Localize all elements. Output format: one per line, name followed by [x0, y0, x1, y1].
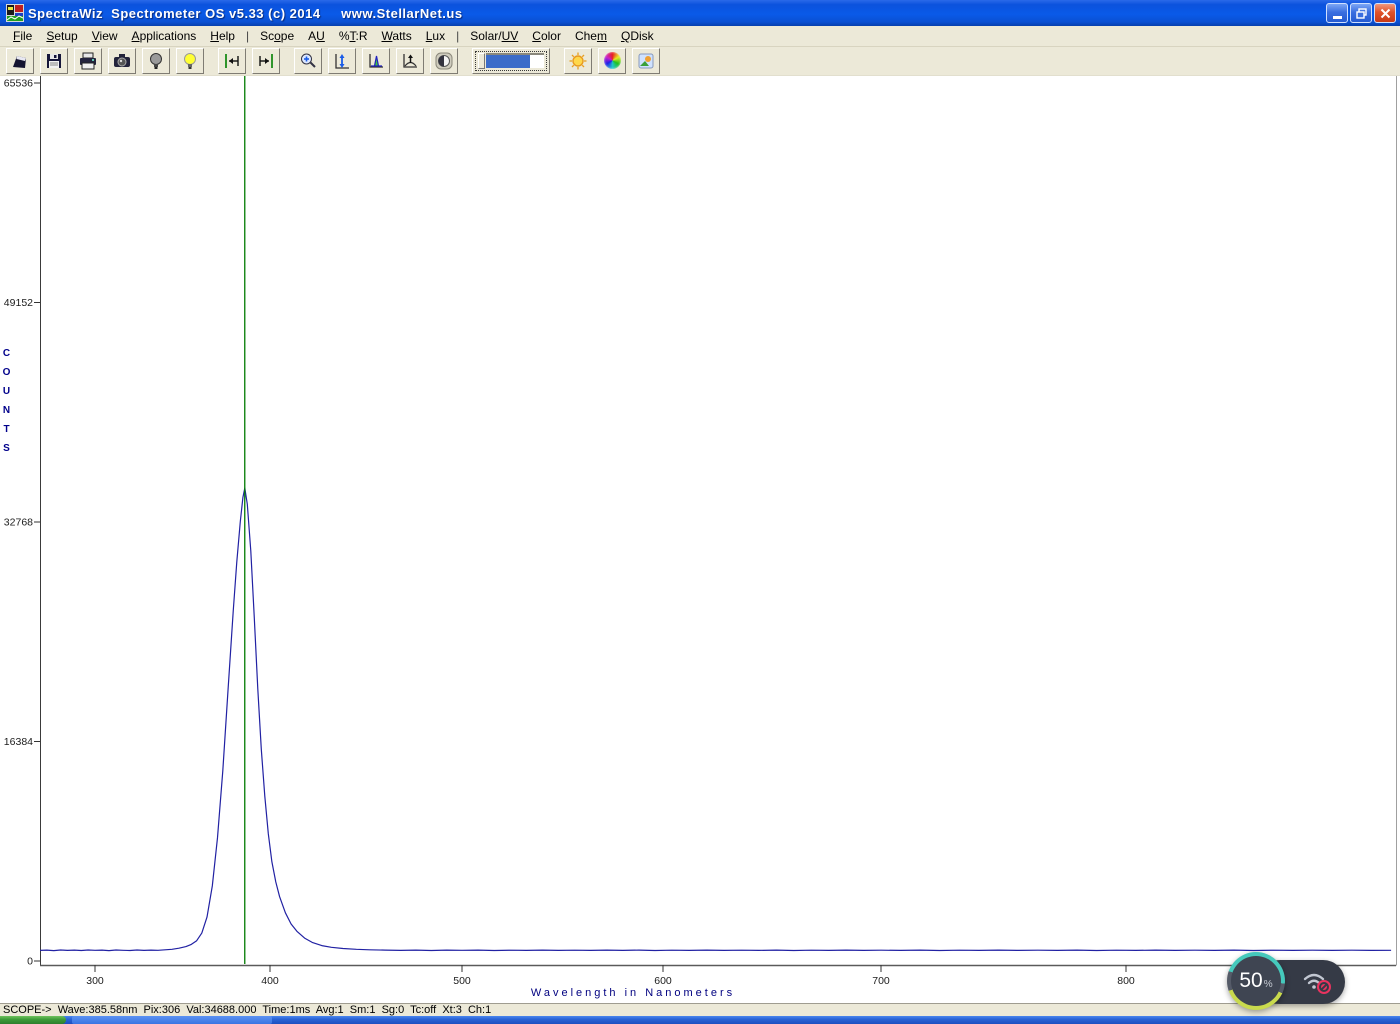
- slider-focus-frame: [475, 50, 547, 71]
- autoscale-y-button[interactable]: [328, 47, 356, 74]
- open-file-icon: [13, 55, 26, 68]
- taskbar[interactable]: [0, 1016, 1400, 1024]
- wifi-disabled-icon: [1303, 973, 1331, 994]
- menu-item-scope[interactable]: Scope: [253, 27, 301, 45]
- irradiance-button[interactable]: [564, 47, 592, 74]
- zoom-icon: [301, 53, 316, 68]
- y-tick-label: 16384: [4, 736, 33, 748]
- close-icon: [1380, 8, 1390, 18]
- restore-button[interactable]: [1350, 3, 1372, 23]
- menu-item-setup[interactable]: Setup: [39, 27, 84, 45]
- y-tick-label: 32768: [4, 517, 33, 529]
- y-tick-label: 49152: [4, 297, 33, 309]
- peak-hold-button[interactable]: [396, 47, 424, 74]
- x-tick-label: 700: [872, 975, 890, 987]
- screen-share-widget[interactable]: 50 %: [1227, 952, 1349, 1014]
- print-button[interactable]: [74, 47, 102, 74]
- x-tick-label: 400: [261, 975, 279, 987]
- menu-item-solar-uv[interactable]: Solar/UV: [463, 27, 525, 45]
- title-bar: SpectraWiz Spectrometer OS v5.33 (c) 201…: [0, 0, 1400, 26]
- image-capture-button[interactable]: [632, 47, 660, 74]
- open-button[interactable]: [6, 47, 34, 74]
- menu-item-file[interactable]: File: [6, 27, 39, 45]
- save-icon: [47, 53, 61, 68]
- taskbar-item[interactable]: [72, 1016, 272, 1024]
- slider-track[interactable]: [486, 53, 544, 68]
- x-axis-label: Wavelength in Nanometers: [530, 987, 736, 999]
- status-readout: SCOPE-> Wave:385.58nm Pix:306 Val:34688.…: [3, 1004, 492, 1016]
- menu-item-help[interactable]: Help: [203, 27, 242, 45]
- color-wheel-icon: [603, 52, 621, 69]
- slider-thumb[interactable]: [478, 52, 485, 69]
- snapshot-button[interactable]: [108, 47, 136, 74]
- status-bar: SCOPE-> Wave:385.58nm Pix:306 Val:34688.…: [0, 1003, 1400, 1016]
- y-axis-label: COUNTS: [1, 348, 12, 462]
- bulb-on-icon: [184, 52, 196, 69]
- bulb-off-icon: [150, 52, 162, 69]
- picture-icon: [638, 53, 654, 68]
- x-tick-label: 600: [654, 975, 672, 987]
- menu-separator: |: [245, 29, 250, 43]
- spectrum-trace: [39, 487, 1392, 952]
- menu-item-view[interactable]: View: [85, 27, 125, 45]
- peak-hold-icon: [403, 53, 417, 68]
- save-button[interactable]: [40, 47, 68, 74]
- restore-icon: [1355, 7, 1367, 19]
- menu-item-applications[interactable]: Applications: [125, 27, 204, 45]
- camera-icon: [114, 53, 130, 67]
- cursor-right-icon: [259, 53, 273, 68]
- sun-icon: [569, 52, 587, 69]
- menu-item-color[interactable]: Color: [525, 27, 568, 45]
- menu-item-t-r[interactable]: %T:R: [332, 27, 375, 45]
- cursor-right-button[interactable]: [252, 47, 280, 74]
- minimize-button[interactable]: [1326, 3, 1348, 23]
- x-tick-label: 300: [86, 975, 104, 987]
- menu-item-watts[interactable]: Watts: [375, 27, 419, 45]
- menu-item-lux[interactable]: Lux: [419, 27, 452, 45]
- menu-item-au[interactable]: AU: [301, 27, 332, 45]
- x-tick-label: 800: [1117, 975, 1135, 987]
- slider-fill: [486, 55, 531, 68]
- menu-item-qdisk[interactable]: QDisk: [614, 27, 661, 45]
- spectrum-chart[interactable]: 0 16384 32768 49152 65536 300 400 500 600 700 800: [0, 0, 1400, 1003]
- menu-separator: |: [456, 29, 460, 43]
- lamp-off-button[interactable]: [142, 47, 170, 74]
- dark-scan-button[interactable]: [430, 47, 458, 74]
- lamp-on-button[interactable]: [176, 47, 204, 74]
- spectrawiz-window: 0 16384 32768 49152 65536 300 400 500 600 700 800 …: [0, 0, 1400, 1024]
- quality-ring: 50 %: [1227, 952, 1285, 1010]
- start-button[interactable]: [0, 1016, 66, 1024]
- x-tick-label: 500: [453, 975, 471, 987]
- cursor-left-icon: [225, 53, 239, 68]
- scale-y-icon: [335, 53, 349, 69]
- printer-icon: [80, 52, 96, 69]
- half-moon-icon: [435, 52, 453, 69]
- minimize-icon: [1332, 16, 1342, 19]
- y-tick-label: 65536: [4, 78, 33, 90]
- zoom-in-button[interactable]: [294, 47, 322, 74]
- app-icon[interactable]: [6, 4, 24, 22]
- spectrum-peak-icon: [369, 53, 383, 68]
- menu-item-chem[interactable]: Chem: [568, 27, 614, 45]
- quality-value: 50 %: [1231, 956, 1281, 1006]
- integration-time-slider[interactable]: [472, 47, 550, 74]
- scope-view-button[interactable]: [362, 47, 390, 74]
- cursor-left-button[interactable]: [218, 47, 246, 74]
- color-wheel-button[interactable]: [598, 47, 626, 74]
- close-button[interactable]: [1374, 3, 1396, 23]
- y-tick-label: 0: [27, 956, 33, 968]
- toolbar: [0, 47, 1400, 76]
- menu-bar: File Setup View Applications Help | Scope AU %T:…: [0, 26, 1400, 47]
- window-title: SpectraWiz Spectrometer OS v5.33 (c) 201…: [28, 5, 463, 21]
